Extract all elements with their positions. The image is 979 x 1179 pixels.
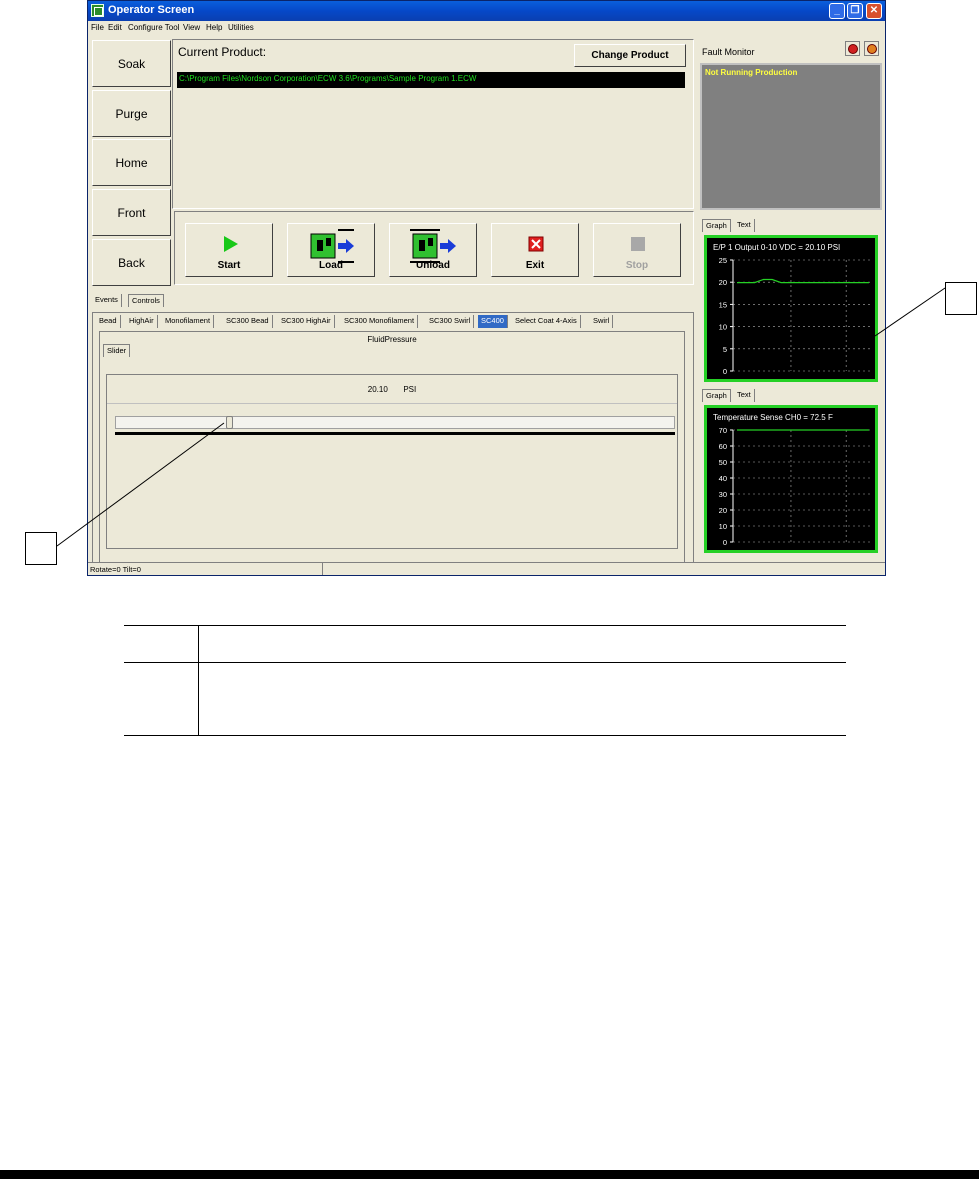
start-label: Start xyxy=(217,260,241,271)
title-bar[interactable]: Operator Screen _ ❐ ✕ xyxy=(88,1,885,21)
temperature-tick-label: 20 xyxy=(719,506,727,515)
command-panel: Start Load Unload Exit Stop xyxy=(174,211,694,285)
pressure-series-line xyxy=(737,278,869,284)
alarm-silence-icon[interactable] xyxy=(845,41,860,56)
table-rule-bottom xyxy=(124,735,846,736)
load-label: Load xyxy=(319,260,343,271)
menu-file[interactable]: File xyxy=(91,23,104,32)
temperature-chart-svg: Temperature Sense CH0 = 72.5 F 70 60 50 40 30… xyxy=(713,413,871,547)
front-button[interactable]: Front xyxy=(92,189,171,236)
current-product-label: Current Product: xyxy=(178,45,267,59)
pressure-tick-label: 10 xyxy=(719,323,727,332)
pressure-tick-label: 15 xyxy=(719,300,727,309)
pressure-graph: E/P 1 Output 0-10 VDC = 20.10 PSI 25 20 15 1… xyxy=(704,235,878,382)
load-icon xyxy=(310,229,354,263)
menu-view[interactable]: View xyxy=(183,23,200,32)
menu-bar: File Edit Configure Tool View Help Utili… xyxy=(88,22,885,35)
temperature-tick-label: 0 xyxy=(723,538,727,547)
start-button[interactable]: Start xyxy=(185,223,273,277)
temperature-tick-label: 70 xyxy=(719,426,727,435)
status-divider xyxy=(322,563,323,575)
tab-events[interactable]: Events xyxy=(92,294,122,307)
page-footer-rule xyxy=(0,1170,979,1179)
fault-message-box: Not Running Production xyxy=(700,63,882,210)
pressure-tick-label: 25 xyxy=(719,256,727,265)
alarm-reset-icon[interactable] xyxy=(864,41,879,56)
slider-subtabs: Slider xyxy=(103,344,203,357)
tab-controls[interactable]: Controls xyxy=(128,294,164,307)
tab-graph2-text[interactable]: Text xyxy=(734,389,755,402)
fault-monitor-header: Fault Monitor xyxy=(700,39,882,61)
temperature-tick-label: 40 xyxy=(719,474,727,483)
slider-track xyxy=(115,432,675,435)
status-bar: Rotate=0 Tilt=0 xyxy=(88,562,885,575)
events-controls-tabs: Events Controls xyxy=(92,294,292,307)
pressure-tick-label: 20 xyxy=(719,278,727,287)
app-icon xyxy=(91,4,104,17)
unload-button[interactable]: Unload xyxy=(389,223,477,277)
exit-button[interactable]: Exit xyxy=(491,223,579,277)
tab-graph1-text[interactable]: Text xyxy=(734,219,755,232)
tab-slider[interactable]: Slider xyxy=(103,344,131,357)
menu-edit[interactable]: Edit xyxy=(108,23,122,32)
slider-thumb[interactable] xyxy=(226,416,233,429)
temperature-tick-label: 10 xyxy=(719,522,727,531)
load-button[interactable]: Load xyxy=(287,223,375,277)
menu-help[interactable]: Help xyxy=(206,23,222,32)
change-product-button[interactable]: Change Product xyxy=(574,44,686,67)
pressure-chart-title: E/P 1 Output 0-10 VDC = 20.10 PSI xyxy=(713,243,840,252)
fluid-pressure-slider[interactable] xyxy=(115,416,675,429)
back-button[interactable]: Back xyxy=(92,239,171,286)
tab-graph1-graph[interactable]: Graph xyxy=(702,219,731,232)
restore-button[interactable]: ❐ xyxy=(847,3,863,19)
menu-utilities[interactable]: Utilities xyxy=(228,23,254,32)
menu-configure-tool[interactable]: Configure Tool xyxy=(128,23,179,32)
operator-screen-window: Operator Screen _ ❐ ✕ File Edit Configur… xyxy=(87,0,886,576)
purge-button[interactable]: Purge xyxy=(92,90,171,137)
temperature-graph: Temperature Sense CH0 = 72.5 F 70 60 50 40 30… xyxy=(704,405,878,553)
table-column-divider xyxy=(198,625,199,736)
temperature-tick-label: 30 xyxy=(719,490,727,499)
stop-label: Stop xyxy=(625,260,649,271)
stop-button[interactable]: Stop xyxy=(593,223,681,277)
table-rule-top xyxy=(124,625,846,626)
minimize-button[interactable]: _ xyxy=(829,3,845,19)
pressure-value: 20.10 xyxy=(367,385,388,394)
table-rule-middle xyxy=(124,662,846,663)
unload-icon xyxy=(410,229,456,263)
product-path-field: C:\Program Files\Nordson Corporation\ECW… xyxy=(177,72,685,88)
tab-graph2-graph[interactable]: Graph xyxy=(702,389,731,402)
pressure-tick-label: 0 xyxy=(723,367,727,376)
callout-box-left xyxy=(25,532,57,565)
temperature-chart-title: Temperature Sense CH0 = 72.5 F xyxy=(713,413,833,422)
pressure-tick-label: 5 xyxy=(723,345,727,354)
status-text: Rotate=0 Tilt=0 xyxy=(90,565,141,574)
temperature-tick-label: 60 xyxy=(719,442,727,451)
exit-label: Exit xyxy=(525,260,545,271)
controls-panel: FluidPressure Slider 20.10 PSI xyxy=(92,312,694,570)
fluid-pressure-label: FluidPressure xyxy=(367,335,417,344)
fault-message: Not Running Production xyxy=(705,68,798,77)
slider-area: 20.10 PSI xyxy=(106,374,678,549)
home-button[interactable]: Home xyxy=(92,139,171,186)
fault-monitor-title: Fault Monitor xyxy=(702,47,755,57)
pressure-unit: PSI xyxy=(403,385,417,394)
soak-button[interactable]: Soak xyxy=(92,40,171,87)
window-title: Operator Screen xyxy=(108,4,195,16)
pressure-readout: 20.10 PSI xyxy=(107,375,677,404)
unload-label: Unload xyxy=(416,260,450,271)
callout-box-right xyxy=(945,282,977,315)
graph2-tabs: Graph Text xyxy=(702,389,782,402)
legend-table xyxy=(124,625,846,736)
fluid-pressure-group: FluidPressure Slider 20.10 PSI xyxy=(99,331,685,564)
graph1-tabs: Graph Text xyxy=(702,219,782,232)
close-button[interactable]: ✕ xyxy=(866,3,882,19)
temperature-tick-label: 50 xyxy=(719,458,727,467)
pressure-chart-svg: E/P 1 Output 0-10 VDC = 20.10 PSI 25 20 15 1… xyxy=(713,243,871,376)
